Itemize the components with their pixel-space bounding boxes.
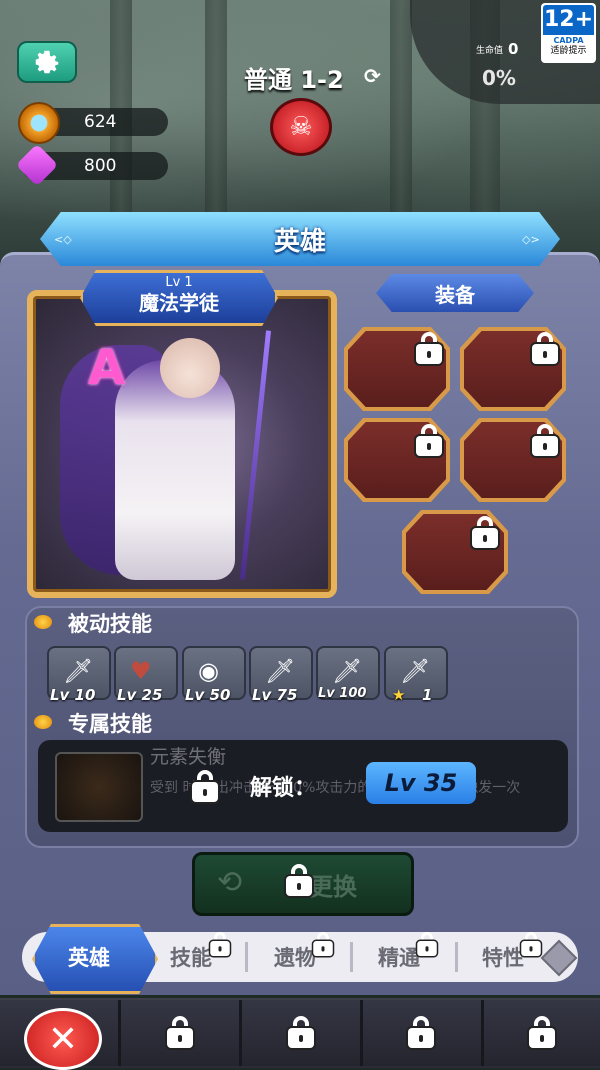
tab-divider	[245, 942, 248, 972]
exclusive-skill-name: 元素失衡	[150, 746, 227, 768]
swap-button-label: 更换	[309, 872, 357, 901]
passive-skill-level: 1	[422, 686, 433, 704]
lock-icon	[209, 932, 232, 956]
passive-skill-level: Lv 50	[185, 686, 231, 704]
tab-skills[interactable]: 技能	[170, 942, 212, 972]
coin-value: 624	[84, 112, 117, 132]
lock-icon	[286, 1016, 316, 1048]
tab-relics[interactable]: 遗物	[274, 942, 316, 972]
passive-skill-level: Lv 25	[117, 686, 163, 704]
stage-label: 普通 1-2	[244, 66, 344, 94]
lock-icon	[416, 932, 439, 956]
hero-rank: A	[88, 340, 126, 396]
lock-icon	[414, 332, 444, 364]
passive-skill-level: Lv 100	[318, 686, 367, 701]
lock-icon	[312, 932, 335, 956]
panel-title-banner: 英雄	[40, 212, 560, 266]
chevron-right-icon: ◇>	[522, 233, 540, 246]
lock-icon	[414, 424, 444, 456]
hero-head	[160, 338, 220, 398]
passive-skill-level: Lv 75	[252, 686, 298, 704]
panel-title: 英雄	[273, 226, 326, 257]
passive-skill-level: Lv 10	[50, 686, 96, 704]
hp-value: 0	[508, 40, 519, 58]
hero-level: Lv 1	[165, 275, 193, 290]
tab-traits[interactable]: 特性	[482, 942, 524, 972]
unlock-level-badge: Lv 35	[366, 762, 476, 804]
lock-icon	[406, 1016, 436, 1048]
exclusive-skill-icon	[55, 752, 143, 822]
exclusive-skill-title: 专属技能	[68, 712, 152, 736]
coin-icon	[18, 102, 60, 144]
orb-icon: ◉	[198, 657, 219, 685]
close-button[interactable]: ✕	[24, 1008, 102, 1070]
age-rating: 12+	[543, 5, 594, 35]
gear-icon	[35, 50, 59, 74]
lock-icon	[520, 932, 543, 956]
skull-icon[interactable]: ☠	[270, 98, 332, 156]
lock-icon	[470, 516, 500, 548]
lock-icon	[165, 1016, 195, 1048]
hp-percent: 0%	[482, 66, 516, 90]
hero-name-plate: Lv 1 魔法学徒	[80, 270, 278, 326]
lock-icon	[190, 770, 220, 802]
lock-icon	[530, 424, 560, 456]
close-icon: ✕	[47, 1018, 79, 1060]
lock-icon	[527, 1016, 557, 1048]
tab-divider	[350, 942, 353, 972]
age-org: CADPA	[553, 36, 584, 45]
star-icon: ★	[392, 686, 406, 704]
unlock-label: 解锁：	[250, 776, 317, 801]
refresh-icon[interactable]: ⟳	[364, 64, 381, 88]
age-rating-badge: 12+ CADPA 适龄提示	[541, 3, 596, 63]
chevron-left-icon: <◇	[54, 233, 72, 246]
equipment-title: 装备	[376, 274, 534, 312]
settings-button[interactable]	[17, 41, 77, 83]
coin-counter: 624	[18, 102, 168, 144]
sword-icon: 🗡	[400, 657, 431, 685]
lock-icon	[530, 332, 560, 364]
tab-divider	[455, 942, 458, 972]
lock-icon	[284, 864, 314, 896]
sword-icon: 🗡	[63, 657, 94, 685]
sword-icon: 🗡	[265, 657, 296, 685]
swap-icon: ⟲	[217, 865, 243, 900]
tab-hero[interactable]: 英雄	[68, 942, 110, 972]
gem-value: 800	[84, 156, 117, 176]
hero-name: 魔法学徒	[139, 291, 219, 315]
age-hint: 适龄提示	[550, 46, 587, 56]
gem-counter: 800	[15, 143, 168, 187]
sword-icon: 🗡	[332, 657, 363, 685]
passive-skills-title: 被动技能	[68, 612, 152, 636]
bullet-dot	[34, 715, 52, 729]
bullet-dot	[34, 615, 52, 629]
heart-icon: ♥	[130, 657, 152, 685]
tab-mastery[interactable]: 精通	[378, 942, 420, 972]
hp-label: 生命值	[476, 46, 504, 56]
